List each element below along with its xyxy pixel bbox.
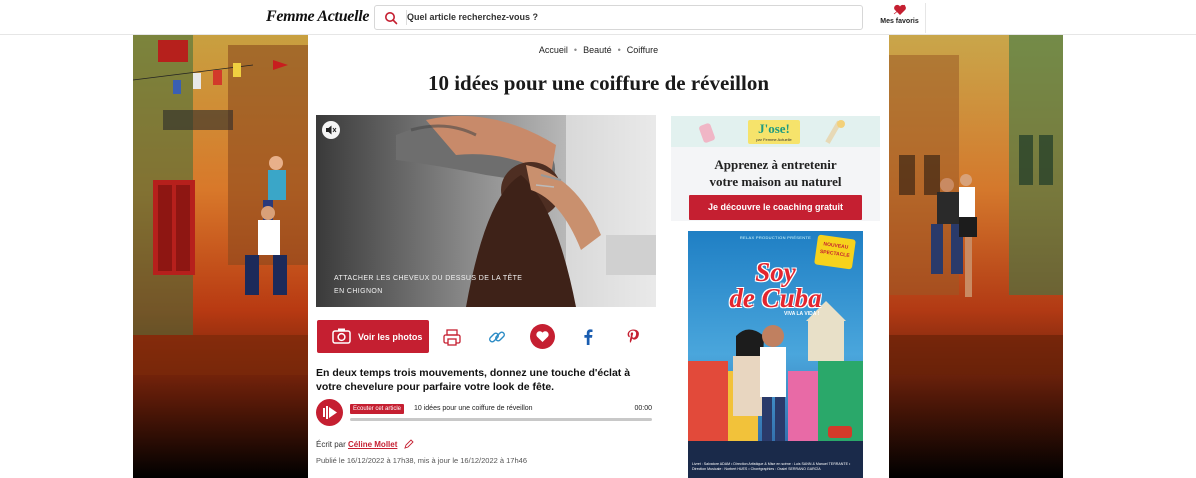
- breadcrumb-beaute[interactable]: Beauté: [583, 45, 612, 55]
- byline: Écrit par Céline Mollet: [316, 439, 414, 449]
- audio-player: Ecouter cet article 10 idées pour une co…: [316, 399, 656, 427]
- article-intro: En deux temps trois mouvements, donnez u…: [316, 367, 631, 393]
- pen-icon: [403, 439, 414, 449]
- listen-article-badge: Ecouter cet article: [350, 404, 405, 414]
- audio-title: 10 idées pour une coiffure de réveillon: [414, 405, 533, 412]
- jose-headline: Apprenez à entretenir votre maison au na…: [671, 156, 880, 190]
- jose-banner: J'ose! par Femme Actuelle: [671, 116, 880, 147]
- poster-brand-line2: de Cuba: [729, 283, 822, 313]
- jose-headline-line1: Apprenez à entretenir: [714, 157, 837, 172]
- article-title: 10 idées pour une coiffure de réveillon: [427, 71, 770, 95]
- poster-new-show-badge: NOUVEAU SPECTACLE: [814, 234, 856, 270]
- havana-street-illustration-right: [889, 35, 1063, 478]
- pinterest-icon[interactable]: [621, 325, 645, 349]
- favorites-button[interactable]: Mes favoris: [874, 3, 926, 33]
- view-photos-button[interactable]: Voir les photos: [317, 320, 429, 353]
- jose-coaching-button[interactable]: Je découvre le coaching gratuit: [689, 195, 862, 220]
- soy-de-cuba-ad[interactable]: RELAX PRODUCTION PRÉSENTE Soy de Cuba VI…: [688, 231, 863, 478]
- play-button[interactable]: [316, 399, 343, 426]
- image-caption: Attacher les cheveux du dessus de la têt…: [334, 272, 522, 298]
- left-skin-artwork[interactable]: [133, 35, 308, 478]
- byline-prefix: Écrit par: [316, 440, 346, 449]
- link-icon[interactable]: [485, 325, 509, 349]
- jose-headline-line2: votre maison au naturel: [709, 174, 842, 189]
- image-caption-line2: en chignon: [334, 288, 383, 295]
- mute-icon[interactable]: [322, 121, 340, 139]
- search-icon[interactable]: [384, 11, 398, 25]
- poster-subtitle: VIVA LA VIDA !: [784, 311, 820, 317]
- havana-street-illustration-left: [133, 35, 308, 478]
- breadcrumb-home[interactable]: Accueil: [539, 45, 568, 55]
- audio-progress-bar[interactable]: [350, 418, 652, 421]
- site-header: Femme Actuelle Quel article recherchez-v…: [0, 0, 1196, 35]
- poster-credits: Livret : Salvatore ADAM • Direction Arti…: [692, 462, 851, 471]
- site-logo[interactable]: Femme Actuelle: [266, 8, 369, 26]
- image-caption-line1: Attacher les cheveux du dessus de la têt…: [334, 275, 523, 282]
- breadcrumb: Accueil • Beauté • Coiffure: [308, 45, 889, 55]
- jose-ad[interactable]: J'ose! par Femme Actuelle Apprenez à ent…: [671, 116, 880, 221]
- view-photos-label: Voir les photos: [358, 332, 423, 342]
- camera-icon: [332, 328, 351, 344]
- favorites-label: Mes favoris: [880, 18, 919, 25]
- jose-logo: J'ose! par Femme Actuelle: [748, 120, 800, 144]
- search-bar[interactable]: Quel article recherchez-vous ?: [374, 5, 863, 30]
- publish-date: Publié le 16/12/2022 à 17h38, mis à jour…: [316, 456, 527, 465]
- jose-logo-sub: par Femme Actuelle: [756, 137, 792, 142]
- heart-icon: [536, 331, 549, 342]
- play-icon: [323, 406, 337, 419]
- heart-arrow-icon: [893, 4, 906, 15]
- author-link[interactable]: Céline Mollet: [348, 440, 397, 449]
- right-skin-artwork[interactable]: [889, 35, 1063, 478]
- breadcrumb-separator: •: [617, 45, 621, 55]
- article-hero-image[interactable]: Attacher les cheveux du dessus de la têt…: [316, 115, 656, 307]
- page: Femme Actuelle Quel article recherchez-v…: [0, 0, 1196, 478]
- search-input[interactable]: Quel article recherchez-vous ?: [407, 12, 538, 22]
- jose-logo-text: J'ose!: [758, 121, 790, 136]
- print-icon[interactable]: [440, 325, 464, 349]
- breadcrumb-coiffure[interactable]: Coiffure: [627, 45, 658, 55]
- facebook-icon[interactable]: [576, 325, 600, 349]
- favorite-heart-button[interactable]: [530, 324, 555, 349]
- breadcrumb-separator: •: [573, 45, 578, 55]
- audio-time: 00:00: [634, 405, 652, 412]
